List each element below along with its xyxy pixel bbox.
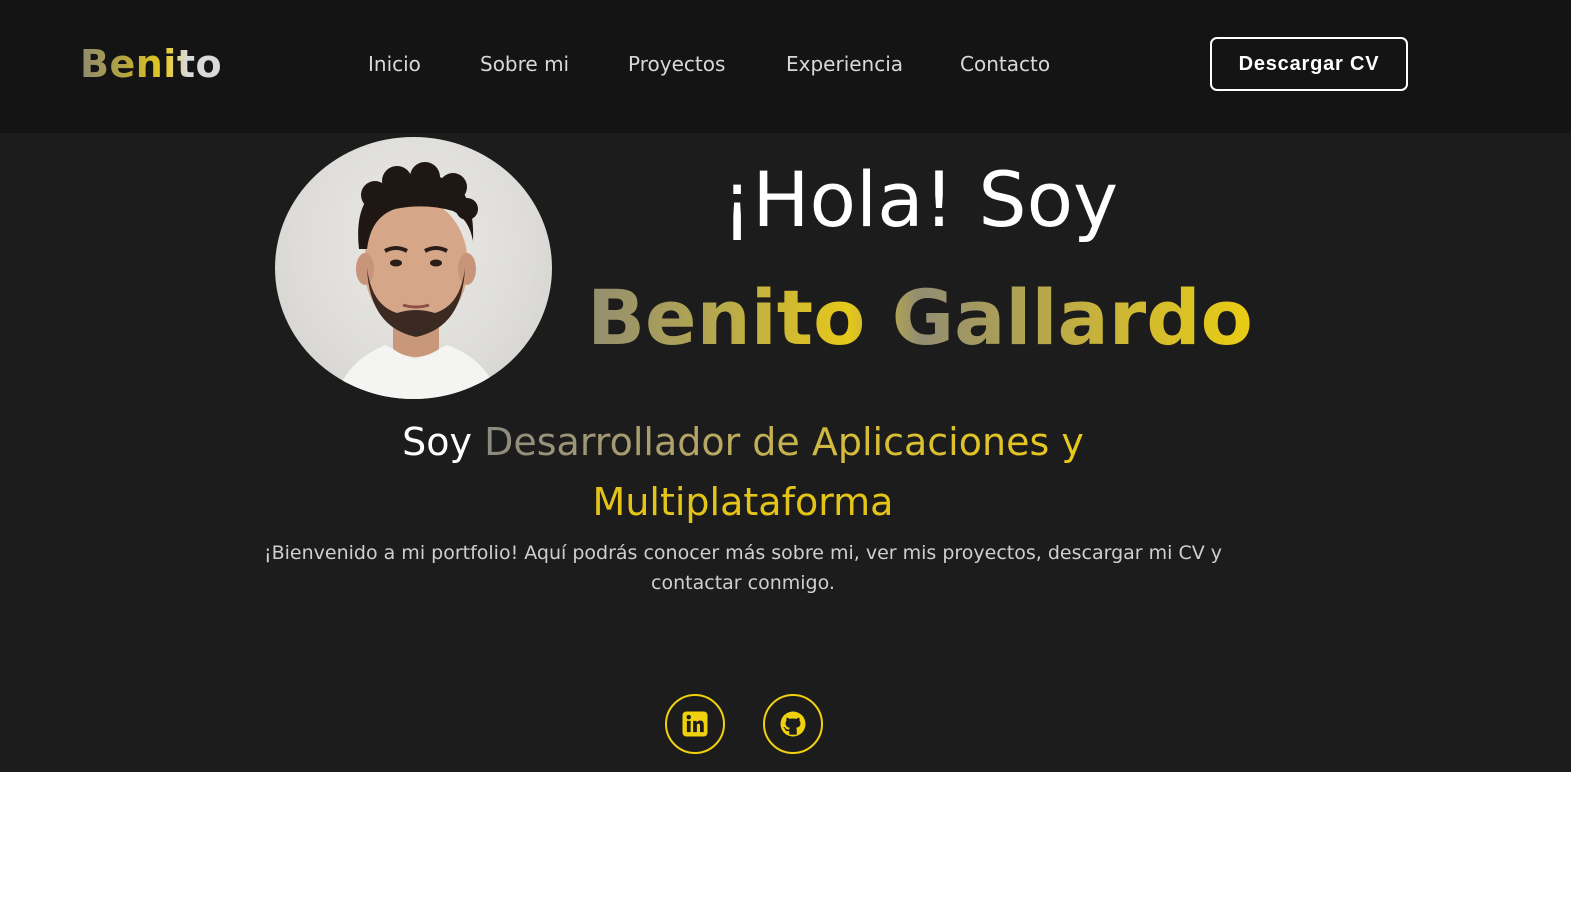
nav-item-contacto[interactable]: Contacto [960, 49, 1050, 79]
role-prefix: Soy [402, 420, 473, 464]
nav-item-inicio[interactable]: Inicio [368, 49, 421, 79]
welcome-text: ¡Bienvenido a mi portfolio! Aquí podrás … [263, 542, 1223, 594]
profile-avatar [275, 137, 552, 399]
nav-item-sobre-mi[interactable]: Sobre mi [480, 49, 569, 79]
hero-greeting: ¡Hola! Soy [721, 155, 1119, 244]
navbar: Benito Inicio Sobre mi Proyectos Experie… [0, 0, 1571, 133]
profile-photo [335, 162, 500, 399]
hero-role: Soy Desarrollador de Aplicaciones y Mult… [240, 412, 1246, 532]
role-line-2: Multiplataforma [592, 480, 894, 524]
github-link[interactable] [763, 694, 823, 754]
hero-name: Benito Gallardo [560, 270, 1280, 366]
linkedin-icon [682, 711, 708, 737]
github-icon [780, 711, 806, 737]
role-line-1: Desarrollador de Aplicaciones y [484, 420, 1084, 464]
download-cv-button[interactable]: Descargar CV [1210, 37, 1408, 91]
nav-item-proyectos[interactable]: Proyectos [628, 49, 725, 79]
brand-logo[interactable]: Benito [80, 40, 222, 88]
linkedin-link[interactable] [665, 694, 725, 754]
nav-item-experiencia[interactable]: Experiencia [786, 49, 903, 79]
